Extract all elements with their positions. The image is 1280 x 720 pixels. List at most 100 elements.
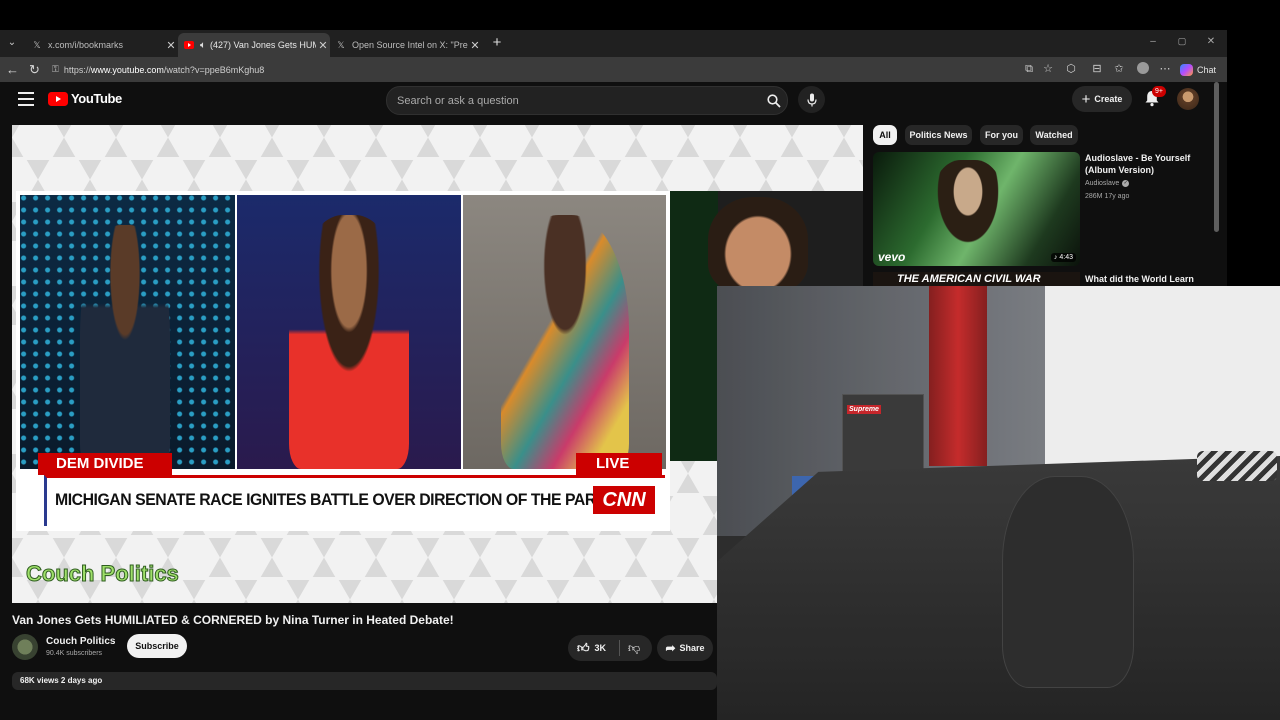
minimize-button[interactable]: –: [1146, 36, 1160, 47]
panelist-figure: [80, 225, 170, 469]
search-icon: [767, 93, 781, 108]
tab-strip: ⌄ 𝕏 x.com/i/bookmarks ✕ 🔈︎ (427) Van Jon…: [0, 30, 1227, 57]
maximize-button[interactable]: ▢: [1175, 36, 1189, 47]
close-tab-icon[interactable]: ✕: [468, 39, 482, 52]
hexagon-tile: [428, 535, 480, 580]
hexagon-tile: [272, 535, 324, 580]
split-screen-icon[interactable]: ⊟: [1090, 62, 1104, 76]
share-label: Share: [679, 643, 705, 653]
haze: [717, 286, 1280, 720]
create-button[interactable]: + Create: [1072, 86, 1132, 112]
hexagon-tile: [740, 125, 792, 160]
channel-name[interactable]: Couch Politics: [46, 636, 115, 647]
recommendation-title[interactable]: Audioslave - Be Yourself (Album Version): [1085, 152, 1193, 176]
hexagon-tile: [532, 125, 584, 160]
close-tab-icon[interactable]: ✕: [316, 39, 330, 52]
tab-title: x.com/i/bookmarks: [48, 40, 124, 50]
more-menu-icon[interactable]: ⋯: [1158, 62, 1172, 76]
new-tab-button[interactable]: +: [489, 34, 505, 52]
share-icon: ➦: [665, 641, 676, 655]
create-label: Create: [1094, 94, 1123, 104]
like-button[interactable]: 👍︎ 3K: [568, 641, 615, 656]
url-field[interactable]: ⚿ https://www.youtube.com/watch?v=ppeB6m…: [52, 60, 1012, 79]
channel-avatar[interactable]: [12, 634, 38, 660]
hexagon-tile: [116, 125, 168, 160]
chip-for-you[interactable]: For you: [980, 125, 1023, 145]
youtube-play-icon: [48, 91, 68, 106]
back-arrow-icon[interactable]: ←: [6, 62, 19, 77]
panelist-center: [237, 195, 461, 469]
music-note-icon: ♪: [1053, 254, 1058, 261]
app-available-icon[interactable]: ⧉: [1022, 62, 1036, 76]
hexagon-tile: [324, 535, 376, 580]
thumbnail-text: THE AMERICAN CIVIL WAR: [897, 273, 1041, 285]
tab-bookmarks[interactable]: 𝕏 x.com/i/bookmarks ✕: [26, 33, 178, 57]
hexagon-tile: [246, 577, 298, 603]
copilot-label: Chat: [1197, 64, 1217, 75]
cnn-panel: DEM DIVIDE LIVE MICHIGAN SENATE RACE IGN…: [16, 191, 670, 531]
youtube-logo[interactable]: YouTube: [48, 91, 122, 106]
avatar[interactable]: [1177, 88, 1199, 110]
chip-all[interactable]: All: [873, 125, 897, 145]
hexagon-tile: [662, 577, 714, 603]
x-icon: 𝕏: [337, 39, 345, 50]
tab-osint[interactable]: 𝕏 Open Source Intel on X: "Preside ✕: [330, 33, 482, 57]
cnn-logo: CNN: [593, 486, 655, 514]
hexagon-tile: [636, 125, 688, 160]
hexagon-tile: [402, 577, 454, 603]
reload-icon[interactable]: ↻: [29, 62, 40, 78]
hexagon-tile: [376, 125, 428, 160]
favorite-star-icon[interactable]: ☆: [1041, 62, 1055, 76]
hexagon-tile: [168, 125, 220, 160]
youtube-logo-text: YouTube: [71, 91, 122, 106]
recommendation-meta: 286M 17y ago: [1085, 193, 1130, 200]
share-button[interactable]: ➦ Share: [657, 635, 713, 661]
menu-icon[interactable]: [18, 92, 34, 106]
favorites-icon[interactable]: ✩: [1112, 62, 1126, 76]
tab-actions-chevron-icon[interactable]: ⌄: [4, 35, 20, 51]
panelist-left: [20, 195, 235, 469]
like-dislike-group: 👍︎ 3K 👎︎: [568, 635, 652, 661]
reactor-face: [708, 197, 808, 292]
hexagon-tile: [272, 125, 324, 160]
subscribe-button[interactable]: Subscribe: [127, 634, 187, 658]
video-stats: 68K views 2 days ago: [20, 676, 103, 685]
copilot-icon: [1180, 63, 1193, 76]
search-button[interactable]: [761, 88, 787, 114]
notifications-button[interactable]: 9+: [1144, 86, 1166, 110]
recommendation-thumbnail[interactable]: THE AMERICAN CIVIL WAR: [873, 272, 1080, 286]
address-bar-row: ← ↻ ⚿ https://www.youtube.com/watch?v=pp…: [0, 57, 1227, 82]
hexagon-tile: [480, 535, 532, 580]
subscriber-count: 90.4K subscribers: [46, 650, 103, 657]
headline-bar: MICHIGAN SENATE RACE IGNITES BATTLE OVER…: [44, 475, 665, 526]
close-tab-icon[interactable]: ✕: [164, 39, 178, 52]
thumbs-up-icon: 👍︎: [577, 640, 590, 655]
headline-text: MICHIGAN SENATE RACE IGNITES BATTLE OVER…: [55, 490, 616, 509]
close-window-button[interactable]: ✕: [1204, 36, 1218, 47]
hexagon-tile: [298, 577, 350, 603]
thumbs-down-icon: 👎︎: [628, 640, 641, 655]
microphone-icon: [806, 93, 817, 106]
extension-icon[interactable]: ⬡: [1064, 62, 1078, 76]
recommendation-title[interactable]: What did the World Learn: [1085, 274, 1194, 284]
hexagon-tile: [376, 535, 428, 580]
chip-watched[interactable]: Watched: [1030, 125, 1078, 145]
profile-icon[interactable]: [1136, 62, 1150, 76]
recommendation-channel[interactable]: Audioslave ✓: [1085, 180, 1130, 187]
recommendation-thumbnail[interactable]: vevo ♪ 4:43: [873, 152, 1080, 266]
search-box[interactable]: Search or ask a question: [386, 86, 788, 115]
chip-politics-news[interactable]: Politics News: [905, 125, 972, 145]
description-box[interactable]: 68K views 2 days ago: [12, 672, 717, 690]
dislike-button[interactable]: 👎︎: [628, 641, 640, 656]
lower-third-tag: DEM DIVIDE: [38, 453, 172, 475]
site-info-icon[interactable]: ⚿: [52, 64, 59, 75]
voice-search-button[interactable]: [798, 86, 825, 113]
tab-youtube-video[interactable]: 🔈︎ (427) Van Jones Gets HUMILI ✕: [178, 33, 330, 57]
speaker-icon[interactable]: 🔈︎: [200, 40, 206, 51]
page-scrollbar[interactable]: [1214, 82, 1219, 232]
copilot-button[interactable]: Chat: [1180, 61, 1216, 78]
tab-title: (427) Van Jones Gets HUMILI: [210, 40, 316, 50]
channel-watermark: Couch Politics: [26, 561, 180, 587]
hexagon-tile: [558, 577, 610, 603]
search-input[interactable]: Search or ask a question: [397, 95, 761, 107]
